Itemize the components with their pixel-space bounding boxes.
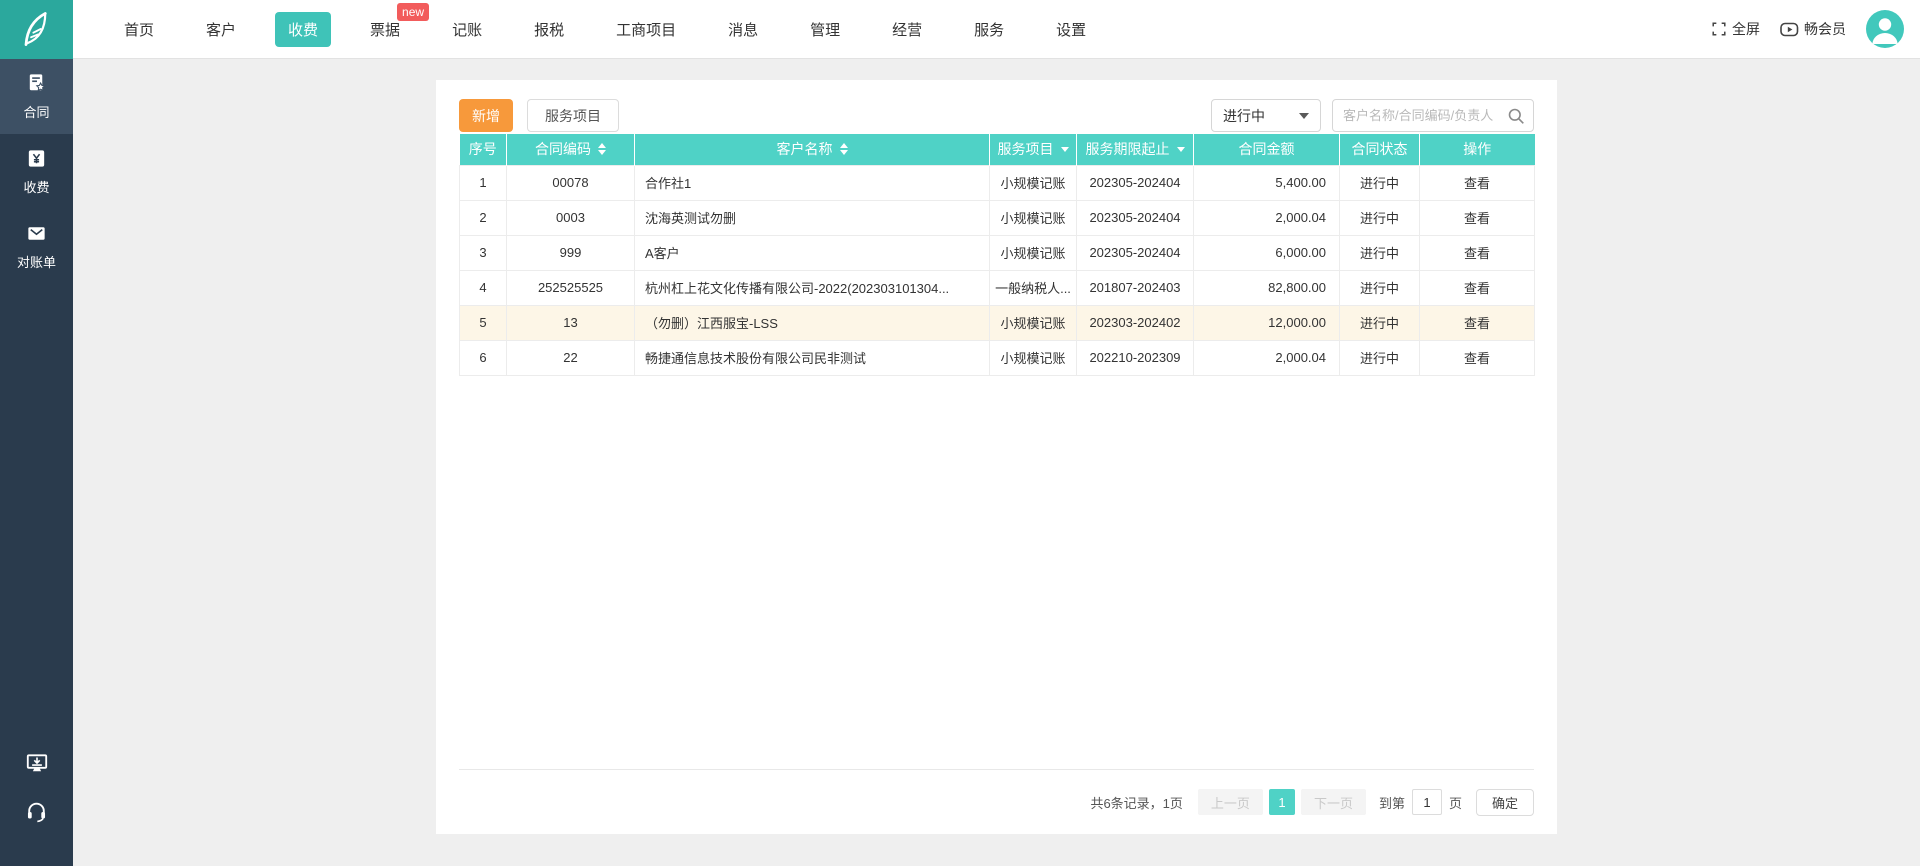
view-link[interactable]: 查看 <box>1464 176 1490 191</box>
person-icon <box>1872 18 1898 44</box>
sidebar-item-label: 收费 <box>23 180 50 195</box>
client-download-button[interactable] <box>24 751 50 777</box>
filter-icon[interactable] <box>1176 146 1185 152</box>
sidebar-item-label: 合同 <box>23 105 50 120</box>
sidebar: 合同 收费 对账单 <box>0 59 73 866</box>
table-row[interactable]: 4 252525525 杭州杠上花文化传播有限公司-2022(202303101… <box>459 269 1535 306</box>
customer-service-icon <box>27 802 46 823</box>
add-button[interactable]: 新增 <box>459 99 513 132</box>
nav-item-messages[interactable]: 消息 <box>715 12 771 47</box>
nav-item-bookkeeping[interactable]: 记账 <box>439 12 495 47</box>
view-link[interactable]: 查看 <box>1464 246 1490 261</box>
header-contract-status: 合同状态 <box>1339 134 1420 165</box>
sort-icon[interactable] <box>839 143 848 156</box>
fullscreen-icon <box>1712 22 1726 36</box>
nav-item-services[interactable]: 服务 <box>961 12 1017 47</box>
main-nav: 首页 客户 收费 票据 new 记账 报税 工商项目 消息 管理 经营 服务 设… <box>98 2 1112 47</box>
confirm-button[interactable]: 确定 <box>1475 788 1534 816</box>
header-customer-name[interactable]: 客户名称 <box>634 134 990 165</box>
search-box <box>1332 99 1534 132</box>
record-summary: 共6条记录，1页 <box>1090 795 1183 811</box>
nav-item-management[interactable]: 管理 <box>797 12 853 47</box>
table-row[interactable]: 2 0003 沈海英测试勿删 小规模记账 202305-202404 2,000… <box>459 199 1535 236</box>
header-contract-code[interactable]: 合同编码 <box>506 134 635 165</box>
nav-item-fees[interactable]: 收费 <box>275 11 332 47</box>
member-video-icon <box>1780 22 1799 36</box>
goto-page-input[interactable] <box>1411 789 1442 815</box>
pagination-bar: 共6条记录，1页 上一页 1 下一页 到第 页 确定 <box>459 769 1534 834</box>
goto-suffix: 页 <box>1448 795 1462 811</box>
table-row[interactable]: 3 999 A客户 小规模记账 202305-202404 6,000.00 进… <box>459 234 1535 271</box>
sidebar-item-fees[interactable]: 收费 <box>0 134 73 209</box>
table-header-row: 序号 合同编码 客户名称 服务项目 服务期限起止 合同金额 合同状态 操作 <box>459 134 1535 165</box>
fullscreen-label: 全屏 <box>1732 21 1760 37</box>
search-icon[interactable] <box>1507 107 1525 125</box>
feather-logo-icon <box>24 12 47 46</box>
toolbar: 新增 服务项目 进行中 <box>459 80 1534 132</box>
sidebar-bottom <box>0 751 73 866</box>
nav-item-invoices[interactable]: 票据 new <box>357 2 430 47</box>
nav-item-tax[interactable]: 报税 <box>521 12 577 47</box>
status-filter-value: 进行中 <box>1223 107 1265 124</box>
header-service-period[interactable]: 服务期限起止 <box>1076 134 1194 165</box>
header-actions: 操作 <box>1419 134 1535 165</box>
statement-icon <box>28 227 45 240</box>
prev-page-button[interactable]: 上一页 <box>1197 789 1263 815</box>
search-input[interactable] <box>1343 108 1507 123</box>
nav-item-business-projects[interactable]: 工商项目 <box>603 12 689 47</box>
contract-icon <box>29 74 46 92</box>
nav-item-operations[interactable]: 经营 <box>879 12 935 47</box>
sidebar-item-label: 对账单 <box>16 255 56 270</box>
next-page-button[interactable]: 下一页 <box>1300 789 1366 815</box>
header-index: 序号 <box>459 134 507 165</box>
main-area: 新增 服务项目 进行中 客户名称/合同编码/负责人 序号 合同编码 客户名称 服… <box>73 59 1920 866</box>
chevron-down-icon <box>1299 112 1309 119</box>
table-row[interactable]: 6 22 畅捷通信息技术股份有限公司民非测试 小规模记账 202210-2023… <box>459 339 1535 376</box>
header-contract-amount: 合同金额 <box>1193 134 1340 165</box>
top-navbar: 首页 客户 收费 票据 new 记账 报税 工商项目 消息 管理 经营 服务 设… <box>0 0 1920 59</box>
goto-page: 到第 页 确定 <box>1378 788 1534 816</box>
member-button[interactable]: 畅会员 <box>1780 19 1846 39</box>
sort-icon[interactable] <box>598 143 606 156</box>
table-row[interactable]: 1 00078 合作社1 小规模记账 202305-202404 5,400.0… <box>459 164 1535 201</box>
header-service-item[interactable]: 服务项目 <box>989 134 1077 165</box>
nav-item-settings[interactable]: 设置 <box>1043 12 1099 47</box>
member-label: 畅会员 <box>1804 21 1846 37</box>
filter-icon[interactable] <box>1060 146 1069 152</box>
new-badge: new <box>397 2 430 21</box>
view-link[interactable]: 查看 <box>1464 281 1490 296</box>
client-download-icon <box>26 754 47 772</box>
toolbar-filters: 进行中 <box>1211 99 1534 132</box>
view-link[interactable]: 查看 <box>1464 211 1490 226</box>
nav-item-customers[interactable]: 客户 <box>193 12 249 47</box>
status-filter-select[interactable]: 进行中 <box>1211 99 1321 132</box>
nav-item-home[interactable]: 首页 <box>111 12 167 47</box>
sidebar-item-contracts[interactable]: 合同 <box>0 59 73 134</box>
fullscreen-button[interactable]: 全屏 <box>1711 19 1760 39</box>
user-avatar[interactable] <box>1866 10 1904 48</box>
view-link[interactable]: 查看 <box>1464 351 1490 366</box>
nav-item-invoices-label: 票据 <box>370 21 401 39</box>
sidebar-item-statements[interactable]: 对账单 <box>0 209 73 284</box>
view-link[interactable]: 查看 <box>1464 316 1490 331</box>
goto-prefix: 到第 <box>1378 795 1405 811</box>
service-items-button[interactable]: 服务项目 <box>527 99 619 132</box>
content-card: 新增 服务项目 进行中 客户名称/合同编码/负责人 序号 合同编码 客户名称 服… <box>436 80 1557 834</box>
topbar-right: 全屏 畅会员 <box>1711 10 1920 48</box>
fee-icon <box>28 150 45 167</box>
app-logo <box>0 0 73 59</box>
contracts-table: 序号 合同编码 客户名称 服务项目 服务期限起止 合同金额 合同状态 操作 1 … <box>459 134 1535 376</box>
customer-service-button[interactable] <box>24 799 49 824</box>
table-row-highlighted[interactable]: 5 13 （勿删）江西服宝-LSS 小规模记账 202303-202402 12… <box>459 304 1535 341</box>
page-1-button[interactable]: 1 <box>1268 789 1295 815</box>
